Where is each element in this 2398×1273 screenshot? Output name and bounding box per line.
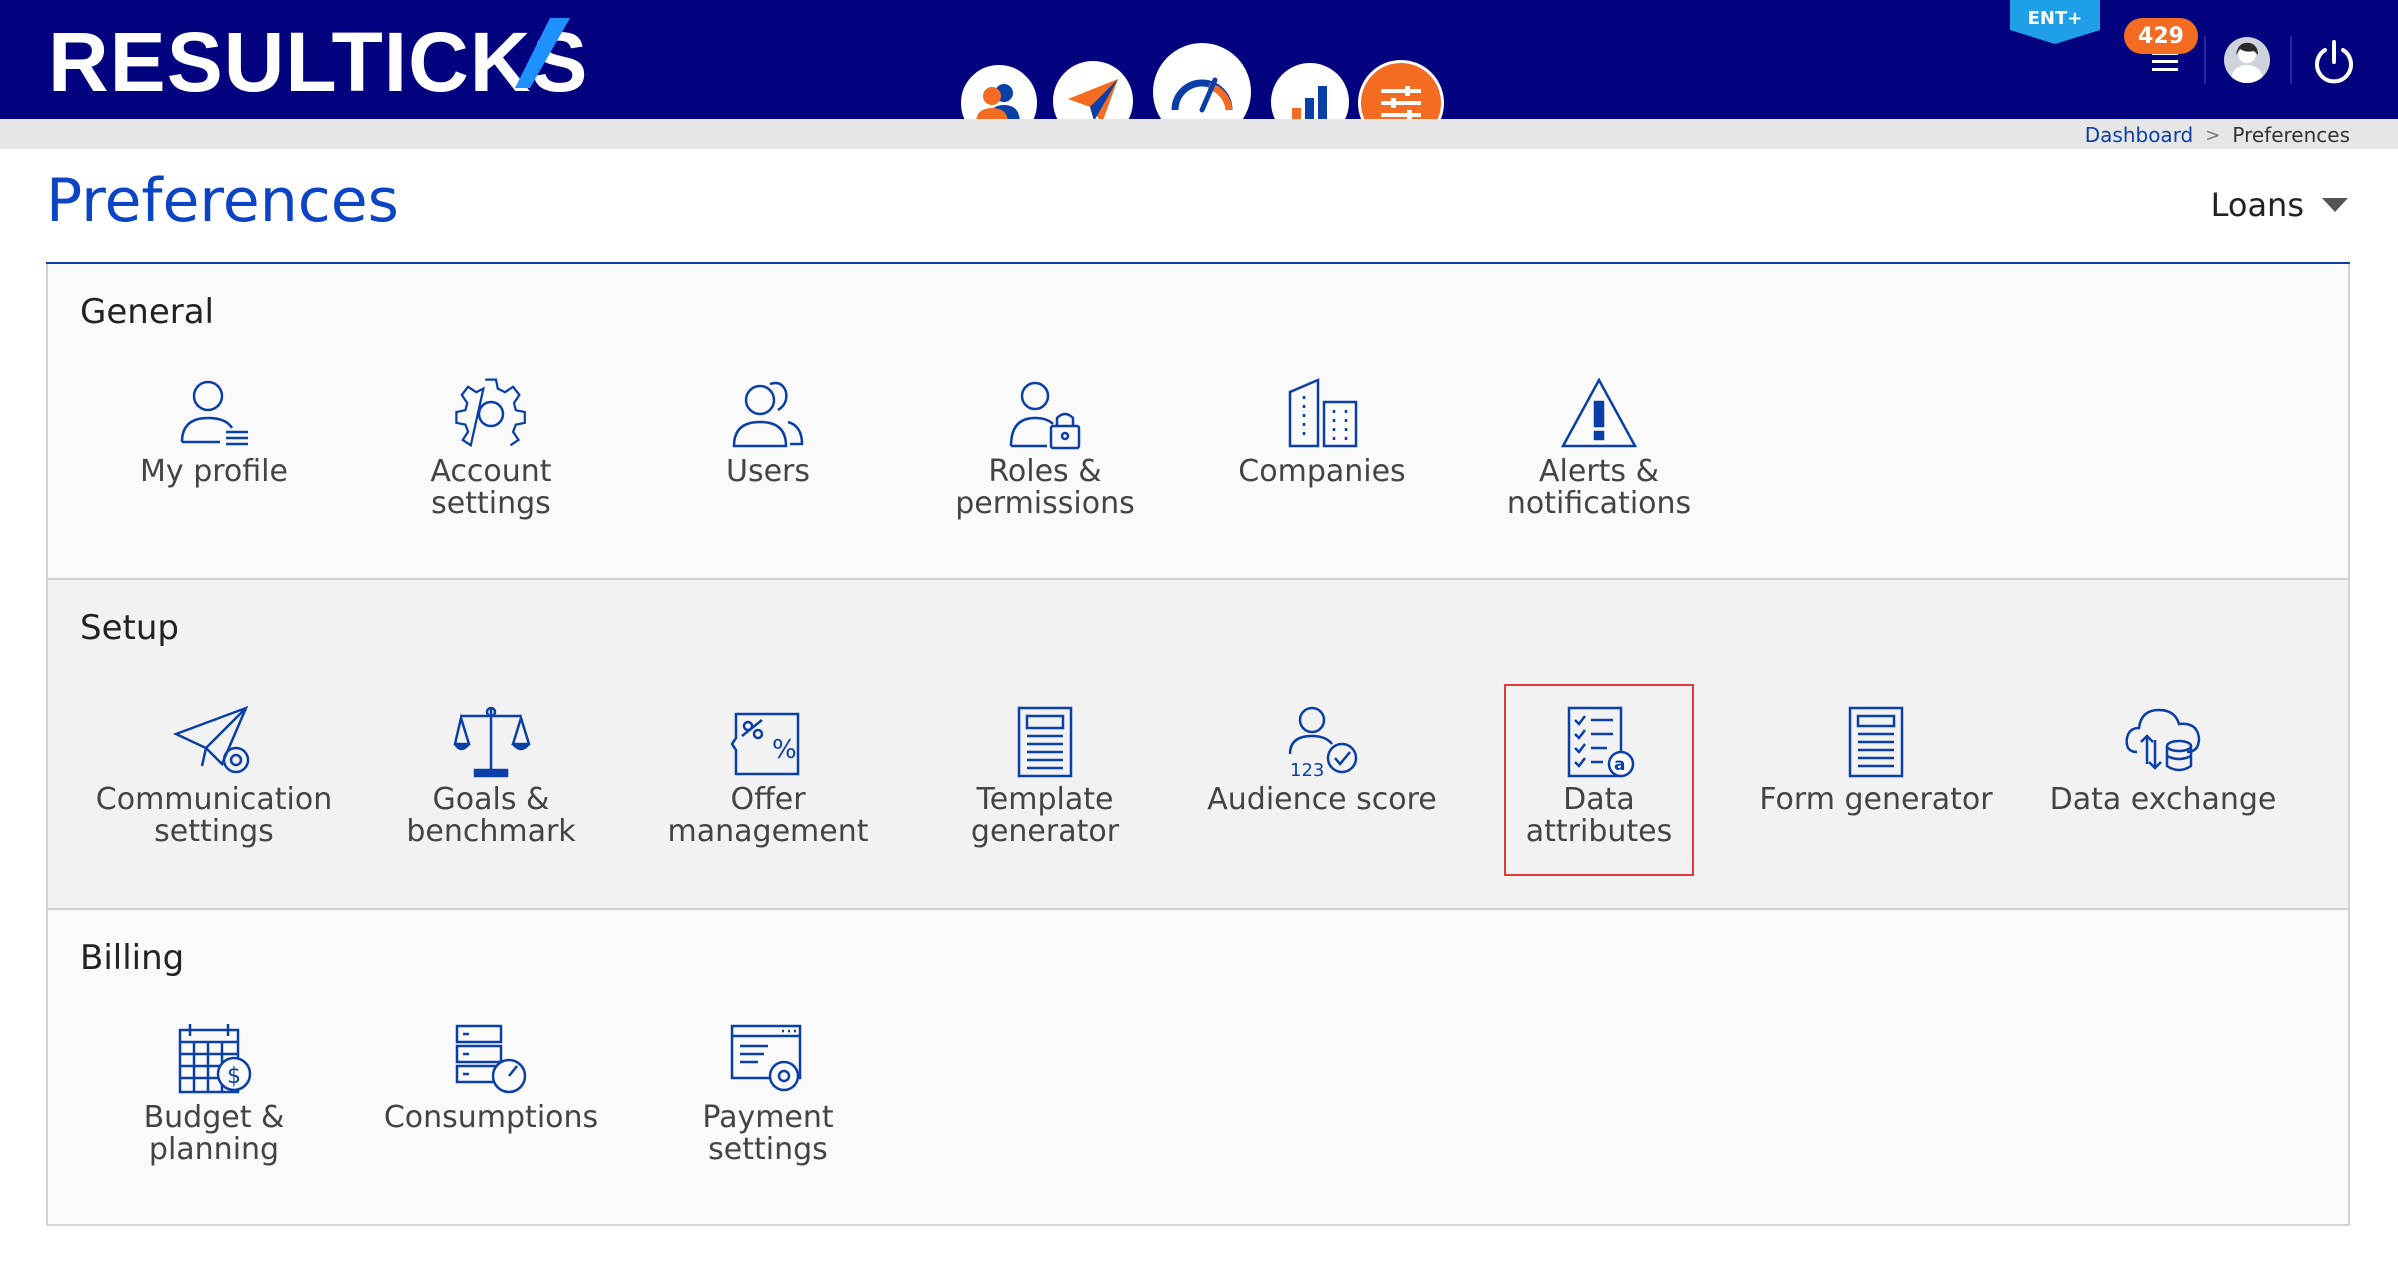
billing-section: Billing $ Budget & planning Consumptions… (46, 910, 2350, 1226)
plan-badge-text: ENT+ (2028, 8, 2083, 29)
breadcrumb-current: Preferences (2232, 123, 2350, 147)
tile-label: Users (725, 454, 810, 489)
tile-label: Audience score (1207, 782, 1437, 817)
header-divider (2204, 36, 2206, 84)
breadcrumb-bar (0, 119, 2398, 149)
scales-icon (453, 706, 531, 778)
page-title: Preferences (46, 166, 399, 236)
svg-text:%: % (772, 735, 797, 765)
payment-settings-tile[interactable]: Payment settings (648, 1022, 888, 1166)
breadcrumb-dashboard-link[interactable]: Dashboard (2085, 123, 2194, 147)
sliders-icon (1381, 86, 1421, 120)
breadcrumb: Dashboard > Preferences (2085, 121, 2350, 149)
budget-planning-tile[interactable]: $ Budget & planning (94, 1022, 334, 1166)
svg-text:a: a (1614, 755, 1625, 775)
tile-label: Template generator (970, 782, 1120, 849)
plan-badge: ENT+ (2010, 0, 2100, 44)
user-avatar[interactable] (2224, 37, 2270, 83)
header-divider (2290, 36, 2292, 84)
svg-text:123: 123 (1290, 760, 1324, 780)
template-generator-tile[interactable]: Template generator (925, 704, 1165, 848)
alerts-notifications-tile[interactable]: Alerts & notifications (1479, 376, 1719, 520)
cloud-database-icon (2125, 708, 2201, 772)
form-generator-tile[interactable]: Form generator (1756, 704, 1996, 816)
tile-label: Roles & permissions (955, 454, 1135, 521)
gear-icon (455, 378, 526, 448)
tile-label: Payment settings (702, 1100, 834, 1167)
tile-label: My profile (140, 454, 288, 489)
tile-label: Companies (1238, 454, 1406, 489)
bar-chart-icon (1292, 86, 1327, 122)
plane-gear-icon (172, 705, 250, 774)
logout-power-icon[interactable] (2310, 38, 2358, 86)
audience-score-tile[interactable]: 123 Audience score (1202, 704, 1442, 816)
document-template-icon (1017, 706, 1073, 778)
checklist-icon: a (1567, 706, 1635, 778)
section-title: Billing (80, 938, 185, 978)
data-exchange-tile[interactable]: Data exchange (2033, 704, 2293, 816)
tile-label: Budget & planning (143, 1100, 285, 1167)
tile-label: Alerts & notifications (1506, 454, 1692, 521)
browser-gear-icon (730, 1024, 802, 1092)
communication-settings-tile[interactable]: Communication settings (94, 704, 334, 848)
companies-tile[interactable]: Companies (1202, 376, 1442, 488)
paper-plane-icon (1068, 79, 1118, 123)
buildings-icon (1288, 378, 1358, 448)
tile-label: Form generator (1759, 782, 1993, 817)
setup-section: Setup Communication settings Goals & ben… (46, 580, 2350, 910)
notification-count-badge[interactable]: 429 (2124, 18, 2198, 54)
lock-user-icon (1009, 381, 1081, 450)
roles-permissions-tile[interactable]: Roles & permissions (925, 376, 1165, 520)
calendar-dollar-icon: $ (178, 1024, 252, 1094)
tile-label: Consumptions (383, 1100, 599, 1135)
consumptions-tile[interactable]: Consumptions (371, 1022, 611, 1134)
section-title: Setup (80, 608, 179, 648)
business-unit-dropdown[interactable]: Loans (2211, 186, 2348, 224)
svg-text:$: $ (227, 1064, 241, 1089)
form-icon (1848, 706, 1904, 778)
gauge-icon (1171, 77, 1233, 113)
data-attributes-tile[interactable]: a Data attributes (1504, 684, 1694, 876)
audience-score-icon: 123 (1288, 706, 1358, 780)
business-unit-value: Loans (2210, 186, 2304, 224)
breadcrumb-separator: > (2205, 124, 2221, 146)
server-gauge-icon (455, 1024, 527, 1094)
users-icon (732, 381, 804, 448)
logo-check-mark (515, 18, 570, 88)
section-title: General (80, 292, 214, 332)
coupon-icon: % (730, 712, 800, 776)
my-profile-tile[interactable]: My profile (94, 376, 334, 488)
profile-icon (180, 380, 248, 446)
tile-label: Communication settings (95, 782, 333, 849)
general-section: General My profile Account settings User… (46, 264, 2350, 580)
tile-label: Data exchange (2049, 782, 2277, 817)
warning-icon (1560, 377, 1638, 448)
tile-label: Offer management (667, 782, 869, 849)
users-tile[interactable]: Users (648, 376, 888, 488)
chevron-down-icon (2322, 198, 2348, 212)
account-settings-tile[interactable]: Account settings (371, 376, 611, 520)
tile-label: Goals & benchmark (406, 782, 576, 849)
offer-management-tile[interactable]: % Offer management (648, 704, 888, 848)
goals-benchmark-tile[interactable]: Goals & benchmark (371, 704, 611, 848)
tile-label: Data attributes (1525, 782, 1673, 849)
tile-label: Account settings (430, 454, 552, 521)
